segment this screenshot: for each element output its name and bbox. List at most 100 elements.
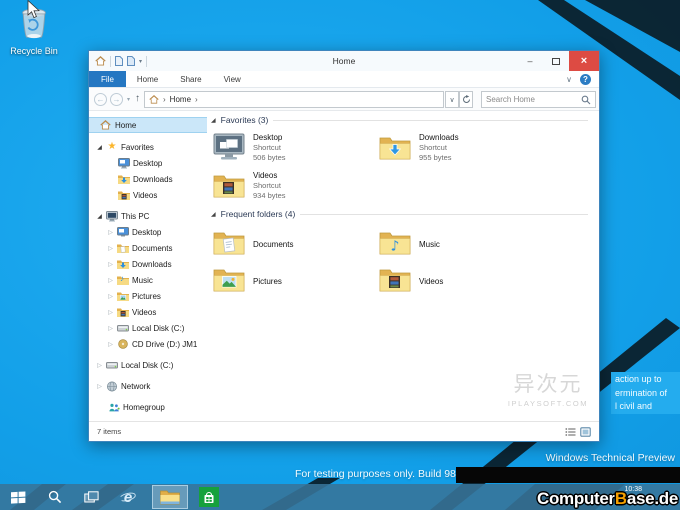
item-name: Documents <box>253 232 293 258</box>
separator <box>146 56 147 67</box>
nav-label: Favorites <box>121 143 154 152</box>
previous-locations-dropdown-icon[interactable]: ∨ <box>445 91 459 108</box>
nav-item-local-disk[interactable]: ▷ Local Disk (C:) <box>89 357 207 373</box>
nav-item-pc-music[interactable]: ▷ ♪ Music <box>89 272 207 288</box>
tab-home[interactable]: Home <box>126 71 169 87</box>
thumbnail-view-icon[interactable] <box>580 427 591 437</box>
internet-explorer-button[interactable]: e <box>110 484 146 510</box>
file-item-downloads[interactable]: Downloads Shortcut 955 bytes <box>379 133 529 166</box>
navigation-pane: Home ◢ ★ Favorites Desktop Downloads <box>89 111 207 421</box>
nav-item-network[interactable]: ▷ Network <box>89 378 207 394</box>
refresh-button[interactable] <box>459 91 473 108</box>
forward-button[interactable]: → <box>110 93 123 106</box>
music-note-icon: ♪ <box>120 274 124 283</box>
nav-label: Videos <box>132 308 156 317</box>
nav-item-pc-desktop[interactable]: ▷ Desktop <box>89 224 207 240</box>
hard-disk-icon <box>117 323 129 334</box>
nav-item-pc-cd-drive[interactable]: ▷ CD Drive (D:) JM1 <box>89 336 207 352</box>
nav-item-pc-pictures[interactable]: ▷ Pictures <box>89 288 207 304</box>
breadcrumb-separator-icon[interactable]: › <box>195 95 198 104</box>
task-view-button[interactable] <box>73 484 110 510</box>
folder-item-documents[interactable]: Documents <box>213 228 363 261</box>
address-bar[interactable]: › Home › <box>144 91 444 108</box>
recent-locations-dropdown-icon[interactable]: ▾ <box>127 96 130 103</box>
file-item-videos[interactable]: Videos Shortcut 934 bytes <box>213 171 363 204</box>
tab-view[interactable]: View <box>213 71 252 87</box>
taskbar-search-button[interactable] <box>36 484 73 510</box>
nav-item-pc-documents[interactable]: ▷ Documents <box>89 240 207 256</box>
expand-arrow-icon[interactable]: ▷ <box>96 383 103 390</box>
group-header-frequent-folders[interactable]: ◢ Frequent folders (4) <box>211 209 588 219</box>
nav-item-homegroup[interactable]: Homegroup <box>89 399 207 415</box>
folder-item-music[interactable]: ♪ Music <box>379 228 529 261</box>
group-collapse-icon[interactable]: ◢ <box>211 211 216 218</box>
tab-share[interactable]: Share <box>169 71 212 87</box>
close-button[interactable]: × <box>569 51 599 71</box>
search-box[interactable] <box>481 91 596 108</box>
expand-arrow-icon[interactable]: ▷ <box>107 245 114 252</box>
group-header-favorites[interactable]: ◢ Favorites (3) <box>211 115 588 125</box>
expand-arrow-icon[interactable]: ▷ <box>107 341 114 348</box>
expand-arrow-icon[interactable]: ▷ <box>107 309 114 316</box>
search-icon <box>48 490 62 504</box>
up-button[interactable]: ↑ <box>135 93 140 104</box>
file-explorer-button-active[interactable] <box>152 485 188 509</box>
expand-arrow-icon[interactable]: ▷ <box>96 362 103 369</box>
nav-item-home[interactable]: Home <box>89 117 207 133</box>
breadcrumb[interactable]: Home <box>170 95 191 104</box>
collapse-arrow-icon[interactable]: ◢ <box>96 213 103 220</box>
downloads-folder-icon <box>118 174 130 185</box>
folder-item-videos[interactable]: Videos <box>379 265 529 298</box>
item-size: 506 bytes <box>253 153 286 163</box>
expand-arrow-icon[interactable]: ▷ <box>107 277 114 284</box>
item-name: Videos <box>419 269 443 295</box>
file-item-desktop[interactable]: Desktop Shortcut 506 bytes <box>213 133 363 166</box>
help-icon[interactable]: ? <box>580 74 591 85</box>
nav-item-this-pc[interactable]: ◢ This PC <box>89 208 207 224</box>
maximize-button[interactable] <box>543 51 569 71</box>
properties-icon[interactable] <box>115 56 123 66</box>
nav-item-favorites[interactable]: ◢ ★ Favorites <box>89 139 207 155</box>
nav-item-downloads[interactable]: Downloads <box>89 171 207 187</box>
item-name: Desktop <box>253 133 286 143</box>
nav-item-pc-videos[interactable]: ▷ Videos <box>89 304 207 320</box>
nav-label: CD Drive (D:) JM1 <box>132 340 197 349</box>
back-button[interactable]: ← <box>94 93 107 106</box>
task-view-icon <box>84 491 99 503</box>
nav-label: This PC <box>121 212 149 221</box>
expand-ribbon-icon[interactable]: ∨ <box>566 75 572 84</box>
group-collapse-icon[interactable]: ◢ <box>211 117 216 124</box>
nav-label: Documents <box>132 244 172 253</box>
items-count: 7 items <box>97 427 121 436</box>
expand-arrow-icon[interactable]: ▷ <box>107 325 114 332</box>
collapse-arrow-icon[interactable]: ◢ <box>96 144 103 151</box>
customize-toolbar-dropdown-icon[interactable]: ▾ <box>139 58 142 65</box>
nav-item-videos[interactable]: Videos <box>89 187 207 203</box>
tab-file[interactable]: File <box>89 71 126 87</box>
title-bar[interactable]: Home ▾ – × <box>89 51 599 71</box>
details-view-icon[interactable] <box>565 427 576 437</box>
nav-item-desktop[interactable]: Desktop <box>89 155 207 171</box>
group-title: Frequent folders (4) <box>221 209 296 219</box>
group-rule <box>300 214 588 215</box>
search-icon[interactable] <box>581 95 591 105</box>
photo-watermark-title: 异次元 <box>492 373 604 397</box>
folder-item-pictures[interactable]: Pictures <box>213 265 363 298</box>
maximize-icon <box>552 58 560 65</box>
item-type: Shortcut <box>253 143 286 153</box>
expand-arrow-icon[interactable]: ▷ <box>107 229 114 236</box>
search-input[interactable] <box>486 95 581 104</box>
nav-item-pc-local-disk[interactable]: ▷ Local Disk (C:) <box>89 320 207 336</box>
nav-label: Desktop <box>133 159 162 168</box>
expand-arrow-icon[interactable]: ▷ <box>107 293 114 300</box>
start-button[interactable] <box>0 484 36 510</box>
nav-item-pc-downloads[interactable]: ▷ Downloads <box>89 256 207 272</box>
store-button[interactable] <box>192 484 226 510</box>
windows-preview-watermark: Windows Technical Preview <box>546 452 675 464</box>
nav-label: Local Disk (C:) <box>132 324 184 333</box>
eula-line: ermination of <box>615 387 680 401</box>
expand-arrow-icon[interactable]: ▷ <box>107 261 114 268</box>
refresh-icon <box>462 95 471 104</box>
minimize-button[interactable]: – <box>517 51 543 71</box>
new-folder-icon[interactable] <box>127 56 135 66</box>
